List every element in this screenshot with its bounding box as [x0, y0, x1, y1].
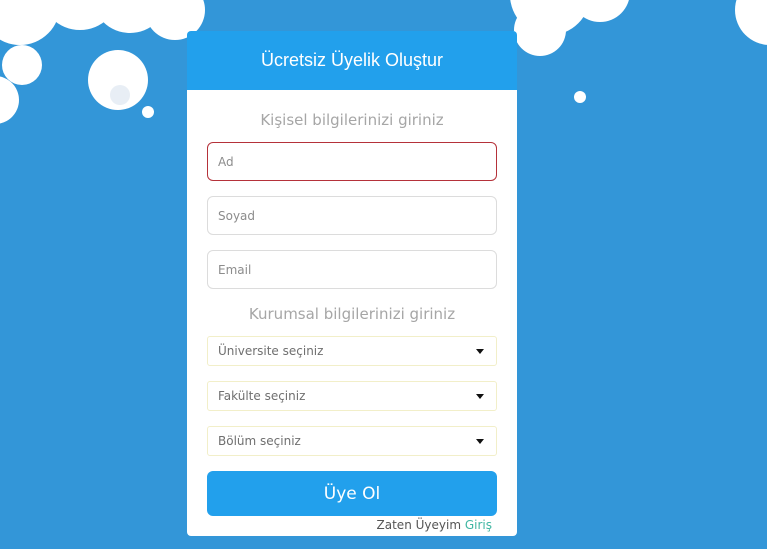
signup-button[interactable]: Üye Ol — [207, 471, 497, 516]
page-title: Ücretsiz Üyelik Oluştur — [260, 50, 444, 70]
login-link[interactable]: Giriş — [465, 518, 492, 532]
institution-section-title: Kurumsal bilgilerinizi giriniz — [248, 305, 456, 323]
department-select[interactable]: Bölüm seçiniz — [207, 426, 497, 456]
login-prompt: Zaten Üyeyim Giriş — [377, 518, 492, 532]
last-name-input[interactable] — [207, 196, 497, 235]
cloud-decoration-shade — [110, 85, 130, 105]
caret-down-icon — [476, 438, 484, 444]
caret-down-icon — [476, 393, 484, 399]
faculty-select[interactable]: Fakülte seçiniz — [207, 381, 497, 411]
faculty-select-value: Fakülte seçiniz — [218, 389, 306, 403]
university-select-value: Üniversite seçiniz — [218, 344, 324, 358]
cloud-decoration-right — [510, 0, 767, 103]
personal-section-title: Kişisel bilgilerinizi giriniz — [260, 111, 444, 129]
signup-header: Ücretsiz Üyelik Oluştur — [187, 31, 517, 90]
cloud-decoration-left — [0, 0, 205, 124]
first-name-input[interactable] — [207, 142, 497, 181]
caret-down-icon — [476, 348, 484, 354]
university-select[interactable]: Üniversite seçiniz — [207, 336, 497, 366]
department-select-value: Bölüm seçiniz — [218, 434, 301, 448]
login-prompt-text: Zaten Üyeyim — [376, 518, 462, 532]
signup-card: Ücretsiz Üyelik Oluştur Kişisel bilgiler… — [187, 31, 517, 536]
email-input[interactable] — [207, 250, 497, 289]
